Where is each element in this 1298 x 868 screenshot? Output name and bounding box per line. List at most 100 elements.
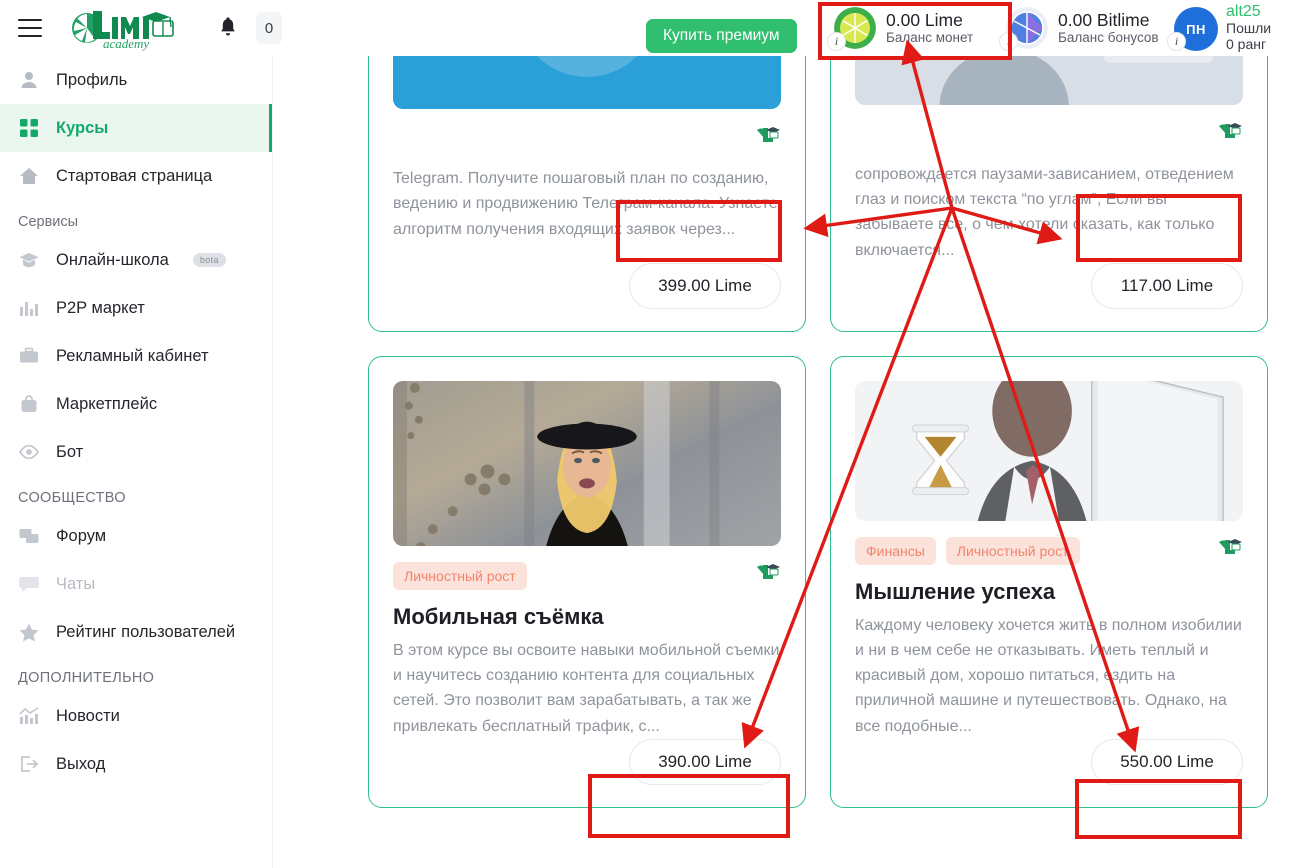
bitlime-balance-label: Баланс бонусов (1058, 30, 1159, 46)
man-with-hourglass-and-laptop-photo (855, 381, 1243, 521)
course-grid: Telegram. Получите пошаговый план по соз… (368, 56, 1268, 808)
course-card[interactable]: Финансы Личностный рост (830, 356, 1268, 808)
telegram-course-thumbnail (393, 56, 781, 109)
course-price-button[interactable]: 117.00 Lime (1091, 263, 1243, 309)
sidebar-item-label: Стартовая страница (56, 167, 212, 186)
course-description: Каждому человеку хочется жить в полном и… (855, 613, 1243, 739)
sidebar: Профиль Курсы Стартовая страница Серв (0, 56, 273, 868)
main-content: Telegram. Получите пошаговый план по соз… (273, 56, 1298, 868)
course-tag[interactable]: Финансы (855, 537, 936, 565)
course-card-body: Telegram. Получите пошаговый план по соз… (369, 109, 805, 263)
lime-academy-logo[interactable]: academy (70, 5, 182, 51)
lime-balance-text: 0.00 Lime Баланс монет (886, 10, 973, 46)
logout-icon (18, 753, 40, 775)
course-title: Мобильная съёмка (393, 604, 781, 630)
lime-balance-amount: 0.00 Lime (886, 10, 973, 30)
sidebar-section-extra: ДОПОЛНИТЕЛЬНО (0, 656, 272, 692)
speech-course-thumbnail (855, 56, 1243, 105)
sidebar-item-marketplace[interactable]: Маркетплейс (0, 380, 272, 428)
sidebar-item-label: P2P маркет (56, 299, 145, 318)
course-tags (393, 125, 781, 152)
bag-icon (18, 393, 40, 415)
chat-icon (18, 525, 40, 547)
lime-balance-widget[interactable]: i 0.00 Lime Баланс монет (830, 6, 973, 50)
course-tag[interactable]: Личностный рост (393, 562, 527, 590)
user-info-icon[interactable]: i (1167, 32, 1186, 51)
course-tags (855, 121, 1243, 148)
course-price-button[interactable]: 550.00 Lime (1091, 739, 1243, 785)
course-tags: Финансы Личностный рост (855, 537, 1243, 565)
sidebar-item-start-page[interactable]: Стартовая страница (0, 152, 272, 200)
notification-count-badge[interactable]: 0 (256, 12, 282, 44)
sidebar-item-label: Новости (56, 707, 120, 726)
sidebar-item-label: Курсы (56, 119, 108, 138)
sidebar-item-label: Онлайн-школа (56, 251, 169, 270)
sidebar-item-label: Профиль (56, 71, 127, 90)
eye-icon (18, 441, 40, 463)
sidebar-item-label: Рекламный кабинет (56, 347, 209, 366)
user-account-widget[interactable]: ПН i alt25 Пошли 0 ранг (1170, 6, 1271, 50)
sidebar-item-forum[interactable]: Форум (0, 512, 272, 560)
lime-balance-label: Баланс монет (886, 30, 973, 46)
sidebar-item-ad-cabinet[interactable]: Рекламный кабинет (0, 332, 272, 380)
course-card[interactable]: сопровождается паузами-зависанием, отвед… (830, 56, 1268, 332)
user-rank: 0 ранг (1226, 37, 1271, 53)
grid-icon (18, 117, 40, 139)
sidebar-item-bot[interactable]: Бот (0, 428, 272, 476)
avatar[interactable]: ПН i (1174, 7, 1216, 49)
sidebar-item-user-rating[interactable]: Рейтинг пользователей (0, 608, 272, 656)
bitlime-coin-icon: i (1006, 7, 1048, 49)
bitlime-balance-widget[interactable]: i 0.00 Bitlime Баланс бонусов (1002, 6, 1159, 50)
lime-balance-info-icon[interactable]: i (827, 32, 846, 51)
star-icon (18, 621, 40, 643)
sidebar-item-badge: bota (193, 253, 226, 267)
course-price-button[interactable]: 399.00 Lime (629, 263, 781, 309)
course-description: Telegram. Получите пошаговый план по соз… (393, 166, 781, 242)
hamburger-menu-icon[interactable] (18, 19, 42, 37)
svg-text:academy: academy (103, 36, 149, 51)
speech-icon (18, 573, 40, 595)
bar-chart-icon (18, 297, 40, 319)
sidebar-item-courses[interactable]: Курсы (0, 104, 272, 152)
sidebar-section-services: Сервисы (0, 200, 272, 236)
course-tag[interactable]: Личностный рост (946, 537, 1080, 565)
bitlime-balance-info-icon[interactable]: i (999, 32, 1018, 51)
notification-count-value: 0 (265, 20, 273, 37)
app-root: academy 0 Купить премиум (0, 0, 1298, 868)
sidebar-item-news[interactable]: Новости (0, 692, 272, 740)
bitlime-balance-text: 0.00 Bitlime Баланс бонусов (1058, 10, 1159, 46)
bell-icon[interactable] (218, 17, 238, 39)
sidebar-item-p2p-market[interactable]: P2P маркет (0, 284, 272, 332)
course-description: В этом курсе вы освоите навыки мобильной… (393, 638, 781, 739)
course-card-footer: 399.00 Lime (369, 263, 805, 331)
course-tags: Личностный рост (393, 562, 781, 590)
user-subtitle: Пошли (1226, 21, 1271, 37)
woman-in-black-hat-photo (393, 381, 781, 546)
course-card[interactable]: Личностный рост Мобильная (368, 356, 806, 808)
lime-academy-mini-icon (755, 125, 781, 152)
course-title: Мышление успеха (855, 579, 1243, 605)
course-card-body: Финансы Личностный рост (831, 521, 1267, 739)
sidebar-item-profile[interactable]: Профиль (0, 56, 272, 104)
sidebar-item-logout[interactable]: Выход (0, 740, 272, 788)
user-name: alt25 (1226, 3, 1271, 21)
course-card-footer: 390.00 Lime (369, 739, 805, 807)
course-card[interactable]: Telegram. Получите пошаговый план по соз… (368, 56, 806, 332)
user-text: alt25 Пошли 0 ранг (1226, 3, 1271, 52)
lime-coin-icon: i (834, 7, 876, 49)
buy-premium-button[interactable]: Купить премиум (646, 19, 797, 53)
course-card-footer: 117.00 Lime (831, 263, 1267, 331)
news-chart-icon (18, 705, 40, 727)
sidebar-section-community: СООБЩЕСТВО (0, 476, 272, 512)
sidebar-item-label: Чаты (56, 575, 95, 594)
sidebar-item-label: Форум (56, 527, 106, 546)
lime-academy-mini-icon (755, 562, 781, 589)
course-price-button[interactable]: 390.00 Lime (629, 739, 781, 785)
sidebar-item-label: Бот (56, 443, 83, 462)
briefcase-icon (18, 345, 40, 367)
sidebar-item-label: Маркетплейс (56, 395, 157, 414)
sidebar-item-chats[interactable]: Чаты (0, 560, 272, 608)
sidebar-item-online-school[interactable]: Онлайн-школа bota (0, 236, 272, 284)
graduation-icon (18, 249, 40, 271)
bitlime-balance-amount: 0.00 Bitlime (1058, 10, 1159, 30)
